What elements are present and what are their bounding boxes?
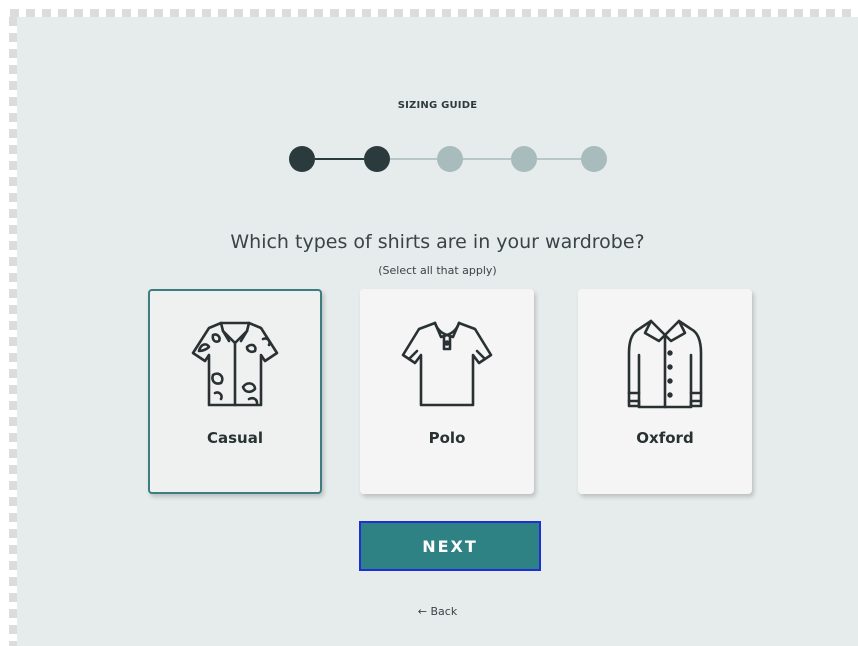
question-title: Which types of shirts are in your wardro…	[230, 231, 645, 253]
option-label-casual: Casual	[206, 429, 263, 447]
progress-stepper	[289, 144, 607, 174]
dashed-border-left	[9, 17, 17, 646]
dashed-border-top	[10, 9, 858, 17]
step-dot-3	[437, 146, 463, 172]
step-connector-4	[537, 158, 585, 160]
option-label-oxford: Oxford	[636, 429, 694, 447]
step-connector-2	[390, 158, 437, 160]
oxford-shirt-icon	[627, 319, 703, 409]
option-label-polo: Polo	[428, 429, 466, 447]
step-dot-5	[581, 146, 607, 172]
question-hint: (Select all that apply)	[378, 264, 497, 277]
step-connector-1	[315, 158, 364, 160]
section-eyebrow: SIZING GUIDE	[397, 100, 478, 111]
back-link-container: ← Back	[17, 605, 858, 618]
hawaiian-shirt-icon	[191, 321, 279, 407]
step-dot-1	[289, 146, 315, 172]
option-card-polo[interactable]: Polo	[360, 289, 534, 494]
step-dot-4	[511, 146, 537, 172]
step-dot-2	[364, 146, 390, 172]
page: SIZING GUIDE Which types of shirts are i…	[0, 0, 858, 646]
sizing-guide-panel: SIZING GUIDE Which types of shirts are i…	[17, 17, 858, 646]
back-link[interactable]: ← Back	[418, 605, 457, 618]
option-card-oxford[interactable]: Oxford	[578, 289, 752, 494]
polo-shirt-icon	[401, 321, 493, 407]
step-connector-3	[463, 158, 511, 160]
option-card-casual[interactable]: Casual	[148, 289, 322, 494]
next-button[interactable]: NEXT	[359, 521, 541, 571]
